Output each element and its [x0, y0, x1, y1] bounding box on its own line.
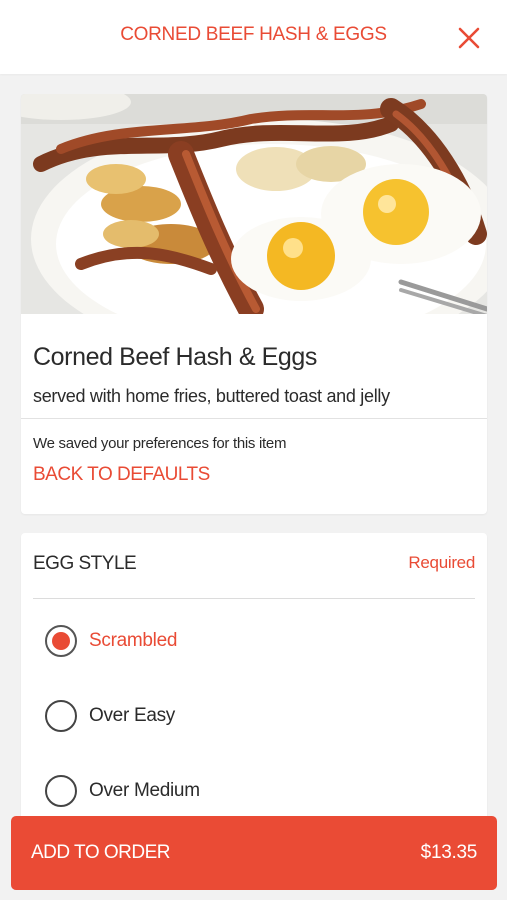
back-to-defaults-link[interactable]: BACK TO DEFAULTS	[33, 464, 210, 486]
add-to-order-button[interactable]: ADD TO ORDER $13.35	[11, 816, 497, 890]
radio-unselected-icon[interactable]	[45, 775, 77, 807]
close-button[interactable]	[457, 26, 481, 50]
app-root: CORNED BEEF HASH & EGGS Corned Beef Hash…	[0, 0, 507, 900]
egg-style-section: EGG STYLE Required Scrambled Over Easy O…	[21, 533, 487, 863]
option-over-medium[interactable]: Over Medium	[45, 775, 200, 807]
option-over-easy[interactable]: Over Easy	[45, 700, 175, 732]
food-photo	[21, 94, 487, 314]
radio-selected-icon[interactable]	[45, 625, 77, 657]
option-scrambled[interactable]: Scrambled	[45, 625, 177, 657]
add-to-order-label: ADD TO ORDER	[31, 842, 171, 863]
close-icon	[458, 27, 480, 49]
radio-unselected-icon[interactable]	[45, 700, 77, 732]
page-title: CORNED BEEF HASH & EGGS	[120, 24, 387, 45]
divider	[21, 418, 487, 419]
required-badge: Required	[408, 553, 475, 572]
order-price: $13.35	[420, 842, 478, 863]
saved-preferences-text: We saved your preferences for this item	[33, 435, 287, 452]
item-description: served with home fries, buttered toast a…	[33, 386, 390, 406]
option-label: Over Easy	[89, 705, 175, 726]
header-bar: CORNED BEEF HASH & EGGS	[0, 0, 507, 74]
option-label: Scrambled	[89, 630, 178, 651]
section-title: EGG STYLE	[33, 553, 137, 574]
option-label: Over Medium	[89, 780, 200, 801]
divider	[33, 598, 475, 599]
item-name: Corned Beef Hash & Eggs	[33, 343, 318, 371]
item-card: Corned Beef Hash & Eggs served with home…	[21, 94, 487, 514]
